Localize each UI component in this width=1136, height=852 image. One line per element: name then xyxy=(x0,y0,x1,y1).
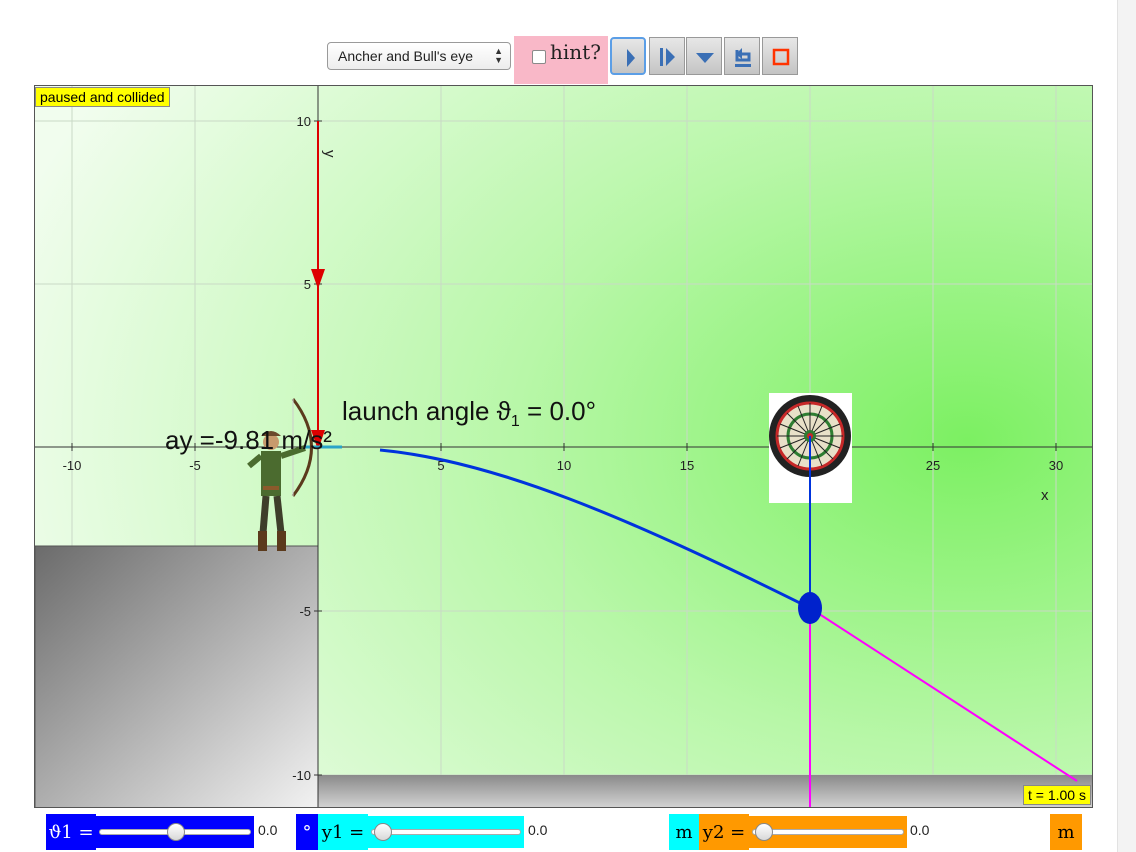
launch-label-prefix: launch angle ϑ xyxy=(342,396,511,426)
hint-label: hint? xyxy=(550,40,601,64)
stop-button[interactable] xyxy=(762,37,798,75)
y2-slider-rail xyxy=(752,829,904,835)
scrollbar[interactable] xyxy=(1117,0,1136,852)
x-axis-label: x xyxy=(1041,487,1049,504)
reset-icon xyxy=(735,48,751,67)
play-icon xyxy=(627,49,635,67)
y1-slider[interactable] xyxy=(368,816,524,848)
scenario-select-value: Ancher and Bull's eye xyxy=(338,48,473,64)
y2-label: y2 = xyxy=(699,814,749,850)
reset-button[interactable] xyxy=(724,37,760,75)
y-tick-label: 5 xyxy=(304,277,311,292)
acceleration-label: ay =-9.81 m/s² xyxy=(165,425,332,455)
step-icon xyxy=(660,48,675,66)
hint-toggle[interactable]: hint? xyxy=(514,36,608,84)
y2-value: 0.0 xyxy=(910,822,930,838)
y1-slider-thumb[interactable] xyxy=(374,823,392,841)
y1-slider-rail xyxy=(371,829,521,835)
y1-label: y1 = xyxy=(318,814,368,850)
ground xyxy=(318,775,1092,807)
archer-platform xyxy=(35,545,319,807)
status-badge: paused and collided xyxy=(35,87,170,107)
launch-label-subscript: 1 xyxy=(510,413,520,431)
y1-unit: m xyxy=(669,814,699,850)
theta-slider-thumb[interactable] xyxy=(167,823,185,841)
theta-slider[interactable] xyxy=(96,816,254,848)
scenario-select[interactable]: Ancher and Bull's eye ▲ ▼ xyxy=(327,42,511,70)
play-button[interactable] xyxy=(610,37,646,75)
x-tick-label: 30 xyxy=(1049,458,1063,473)
menu-down-button[interactable] xyxy=(686,37,722,75)
x-tick-label: 15 xyxy=(680,458,694,473)
x-tick-label: -5 xyxy=(189,458,201,473)
launch-angle-label: launch angle ϑ1 = 0.0° xyxy=(342,396,596,431)
time-badge: t = 1.00 s xyxy=(1023,785,1091,805)
parameter-sliders: ϑ1 = 0.0 ° y1 = 0.0 m y2 = 0.0 m xyxy=(0,814,1117,852)
projectile-ball xyxy=(798,592,822,624)
y-tick-label: -5 xyxy=(299,604,311,619)
hint-checkbox[interactable] xyxy=(532,50,546,64)
y-axis-label: y xyxy=(321,150,338,158)
launch-label-suffix: = 0.0° xyxy=(519,396,596,426)
theta-value: 0.0 xyxy=(258,822,278,838)
step-button[interactable] xyxy=(649,37,685,75)
theta-unit: ° xyxy=(296,814,318,850)
y2-slider[interactable] xyxy=(749,816,907,848)
x-tick-label: -10 xyxy=(63,458,82,473)
menu-down-icon xyxy=(696,53,714,63)
y2-slider-thumb[interactable] xyxy=(755,823,773,841)
y-tick-label: -10 xyxy=(292,768,311,783)
select-arrows-icon: ▲ ▼ xyxy=(494,46,503,65)
stop-icon xyxy=(772,48,790,66)
x-tick-label: 10 xyxy=(557,458,571,473)
theta-label: ϑ1 = xyxy=(46,814,96,850)
y2-unit: m xyxy=(1050,814,1082,850)
y1-value: 0.0 xyxy=(528,822,548,838)
y-tick-label: 10 xyxy=(297,114,311,129)
x-tick-label: 25 xyxy=(926,458,940,473)
